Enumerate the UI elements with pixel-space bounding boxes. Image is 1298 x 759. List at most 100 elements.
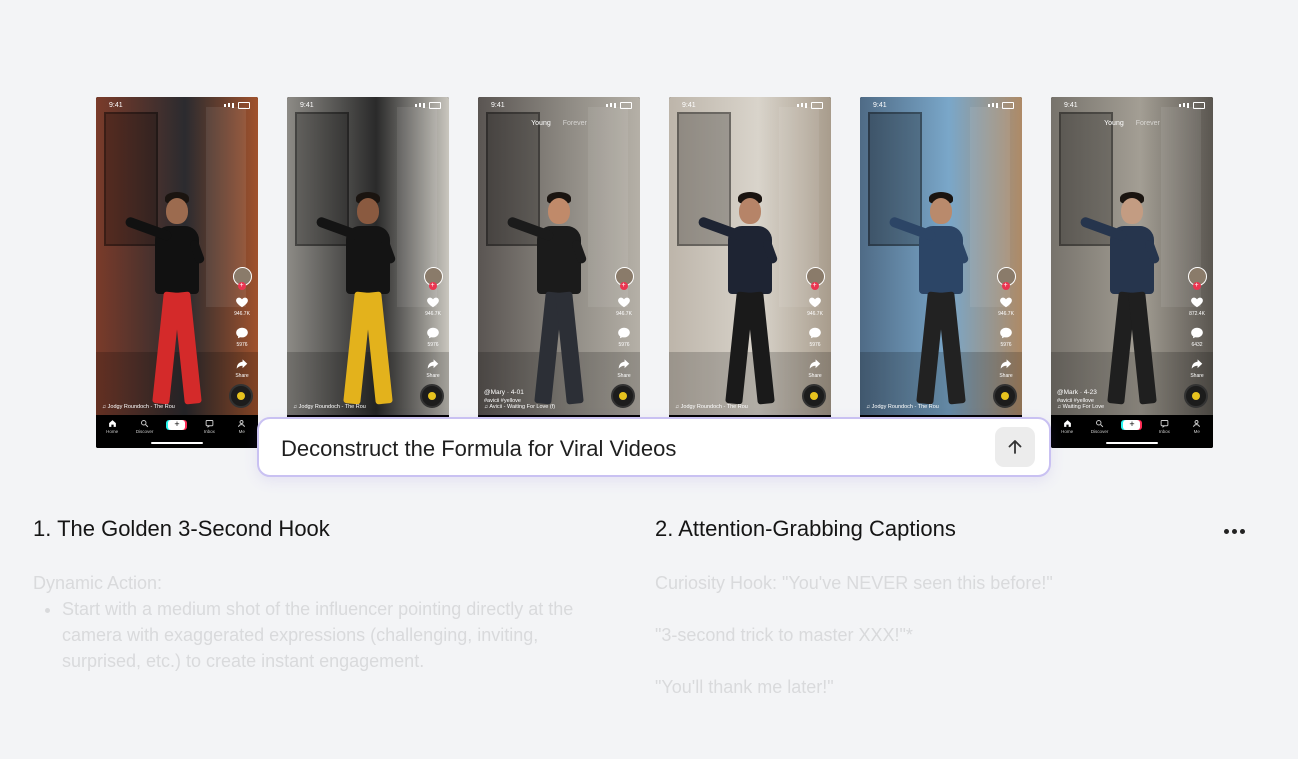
comment-button[interactable]: 5976 — [617, 326, 631, 348]
comment-icon — [617, 326, 631, 342]
nav-item[interactable]: Home — [1054, 419, 1080, 448]
avatar[interactable] — [614, 267, 634, 290]
music-label[interactable]: ♫ Jodgy Roundoch - The Rou — [293, 404, 413, 410]
video-caption: @Mary · 4-01 #avicii #yellove ♫ Avicii - W… — [484, 389, 604, 410]
username[interactable]: @Mark · 4-23 — [1057, 389, 1177, 396]
list-item: Start with a medium shot of the influenc… — [62, 596, 613, 674]
home-indicator — [151, 442, 203, 444]
like-button[interactable]: 946.7K — [998, 295, 1014, 317]
music-label[interactable]: ♫ Waiting For Love — [1057, 404, 1177, 410]
section-captions: 2. Attention-Grabbing Captions — [655, 516, 1255, 542]
section-label: Dynamic Action: — [33, 573, 163, 593]
like-button[interactable]: 872.4K — [1189, 295, 1205, 317]
music-label[interactable]: ♫ Jodgy Roundoch - The Rou — [866, 404, 986, 410]
music-disc-icon[interactable] — [1184, 384, 1208, 408]
video-card[interactable]: 9:41 946.7K 5976 Share ♫ Jodgy Roundoch - Th… — [287, 97, 449, 448]
video-card[interactable]: 9:41 946.7K 5976 Share ♫ Jodgy Roundoch - Th… — [96, 97, 258, 448]
comment-button[interactable]: 5976 — [999, 326, 1013, 348]
avatar[interactable] — [1187, 267, 1207, 290]
nav-inbox-icon — [1160, 419, 1169, 429]
heart-icon — [426, 295, 440, 311]
avatar[interactable] — [423, 267, 443, 290]
nav-item[interactable]: Me — [229, 419, 255, 448]
like-button[interactable]: 946.7K — [234, 295, 250, 317]
share-button[interactable]: Share — [426, 357, 440, 379]
share-icon — [808, 357, 822, 373]
prompt-box[interactable]: Deconstruct the Formula for Viral Videos — [257, 417, 1051, 477]
caption-example: "You'll thank me later!" — [655, 677, 834, 697]
status-bar: 9:41 — [300, 100, 441, 110]
action-rail: 946.7K 5976 Share — [995, 267, 1017, 379]
avatar[interactable] — [805, 267, 825, 290]
person-figure — [124, 192, 221, 412]
nav-home-icon — [1063, 419, 1072, 429]
tab-young[interactable]: Young — [531, 120, 551, 127]
music-disc-icon[interactable] — [993, 384, 1017, 408]
music-label[interactable]: ♫ Jodgy Roundoch - The Rou — [675, 404, 795, 410]
comment-button[interactable]: 5976 — [235, 326, 249, 348]
share-icon — [1190, 357, 1204, 373]
more-options-icon[interactable] — [1218, 521, 1250, 541]
comment-icon — [1190, 326, 1204, 342]
comment-button[interactable]: 5976 — [808, 326, 822, 348]
avatar[interactable] — [232, 267, 252, 290]
music-disc-icon[interactable] — [229, 384, 253, 408]
nav-discover-icon — [1095, 419, 1104, 429]
share-button[interactable]: Share — [999, 357, 1013, 379]
share-button[interactable]: Share — [617, 357, 631, 379]
comment-icon — [426, 326, 440, 342]
comment-icon — [235, 326, 249, 342]
person-figure — [1079, 192, 1176, 412]
plus-icon: + — [168, 420, 186, 430]
action-rail: 946.7K 5976 Share — [422, 267, 444, 379]
video-caption: ♫ Jodgy Roundoch - The Rou — [102, 404, 222, 410]
video-card[interactable]: 9:41 946.7K 5976 Share ♫ Jodgy Roundoch - Th… — [860, 97, 1022, 448]
prompt-input[interactable]: Deconstruct the Formula for Viral Videos — [281, 436, 676, 462]
feed-tabs: Young Forever — [1051, 120, 1213, 127]
like-button[interactable]: 946.7K — [425, 295, 441, 317]
share-icon — [999, 357, 1013, 373]
comment-icon — [999, 326, 1013, 342]
person-figure — [506, 192, 603, 412]
tab-young[interactable]: Young — [1104, 120, 1124, 127]
send-button[interactable] — [995, 427, 1035, 467]
tab-forever[interactable]: Forever — [563, 120, 587, 127]
username[interactable]: @Mary · 4-01 — [484, 389, 604, 396]
video-card[interactable]: 9:41 946.7K 5976 Share ♫ Jodgy Roundoch - Th… — [669, 97, 831, 448]
comment-button[interactable]: 6432 — [1190, 326, 1204, 348]
like-button[interactable]: 946.7K — [616, 295, 632, 317]
nav-me-icon — [1192, 419, 1201, 429]
nav-item[interactable]: Home — [99, 419, 125, 448]
tab-forever[interactable]: Forever — [1136, 120, 1160, 127]
nav-inbox-icon — [205, 419, 214, 429]
like-button[interactable]: 946.7K — [807, 295, 823, 317]
music-disc-icon[interactable] — [420, 384, 444, 408]
music-disc-icon[interactable] — [802, 384, 826, 408]
music-disc-icon[interactable] — [611, 384, 635, 408]
music-label[interactable]: ♫ Jodgy Roundoch - The Rou — [102, 404, 222, 410]
video-card[interactable]: 9:41 Young Forever 872.4K 6432 Share @Mark · 4… — [1051, 97, 1213, 448]
section-hook: 1. The Golden 3-Second Hook — [33, 516, 613, 542]
home-indicator — [1106, 442, 1158, 444]
status-bar: 9:41 — [682, 100, 823, 110]
share-button[interactable]: Share — [235, 357, 249, 379]
music-label[interactable]: ♫ Avicii - Waiting For Love (f) — [484, 404, 604, 410]
caption-example: "3-second trick to master XXX!"* — [655, 625, 913, 645]
avatar[interactable] — [996, 267, 1016, 290]
nav-item[interactable]: Me — [1184, 419, 1210, 448]
share-icon — [235, 357, 249, 373]
share-button[interactable]: Share — [1190, 357, 1204, 379]
plus-icon: + — [1123, 420, 1141, 430]
action-rail: 946.7K 5976 Share — [804, 267, 826, 379]
video-card[interactable]: 9:41 Young Forever 946.7K 5976 Share @Mary · 4… — [478, 97, 640, 448]
nav-home-icon — [108, 419, 117, 429]
share-button[interactable]: Share — [808, 357, 822, 379]
video-caption: ♫ Jodgy Roundoch - The Rou — [866, 404, 986, 410]
video-grid: 9:41 946.7K 5976 Share ♫ Jodgy Roundoch - Th… — [96, 97, 1213, 448]
comment-button[interactable]: 5976 — [426, 326, 440, 348]
status-bar: 9:41 — [491, 100, 632, 110]
status-bar: 9:41 — [873, 100, 1014, 110]
heart-icon — [1190, 295, 1204, 311]
heart-icon — [617, 295, 631, 311]
feed-tabs: Young Forever — [478, 120, 640, 127]
